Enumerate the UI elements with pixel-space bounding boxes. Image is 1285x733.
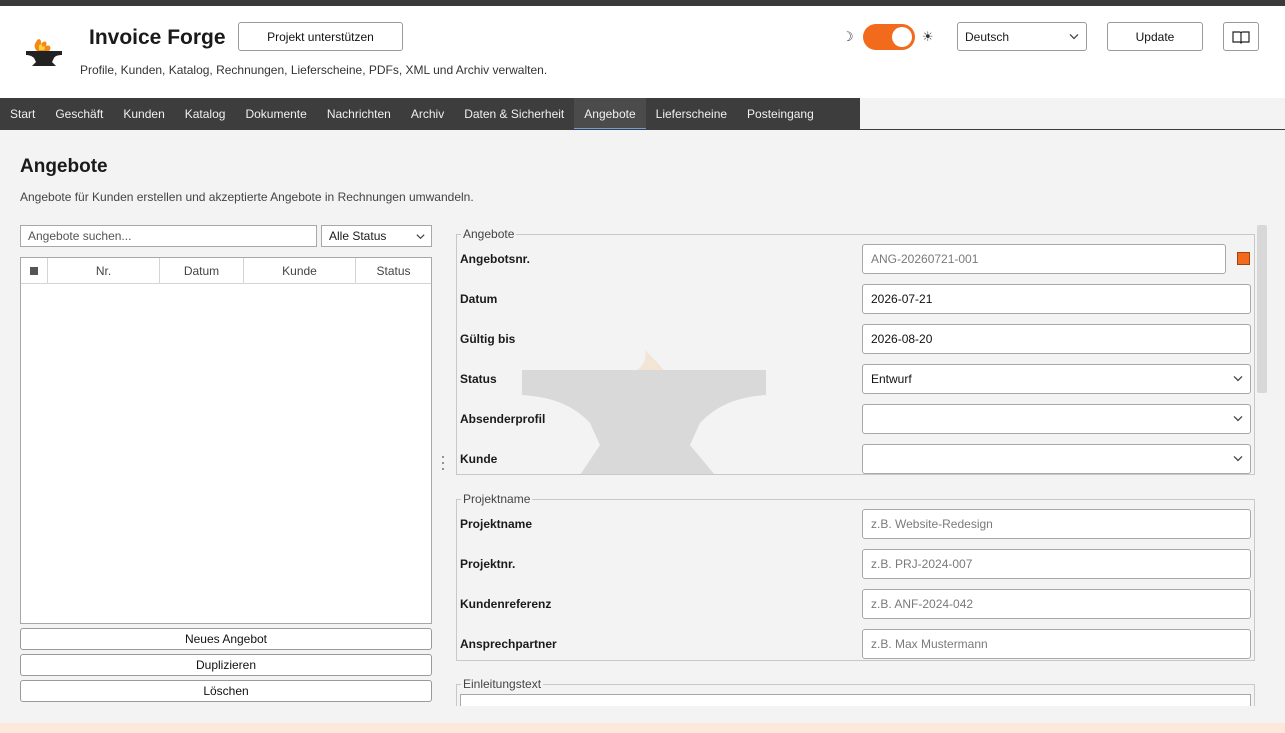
tab-daten-sicherheit[interactable]: Daten & Sicherheit xyxy=(454,98,574,130)
customer-reference-label: Kundenreferenz xyxy=(460,597,552,611)
tab-nachrichten[interactable]: Nachrichten xyxy=(317,98,401,130)
status-row: Status Entwurf xyxy=(457,364,1256,394)
offer-number-field[interactable]: ANG-20260721-001 xyxy=(862,244,1226,274)
column-header-nr[interactable]: Nr. xyxy=(48,258,160,283)
chevron-down-icon xyxy=(1233,455,1243,462)
customer-select[interactable] xyxy=(862,444,1251,474)
tab-archiv[interactable]: Archiv xyxy=(401,98,454,130)
new-offer-button[interactable]: Neues Angebot xyxy=(20,628,432,650)
column-header-status[interactable]: Status xyxy=(356,258,431,283)
tab-angebote[interactable]: Angebote xyxy=(574,98,647,130)
form-scrollbar[interactable] xyxy=(1257,225,1267,393)
book-icon xyxy=(1232,30,1250,44)
main-nav: Start Geschäft Kunden Katalog Dokumente … xyxy=(0,98,860,130)
tab-katalog[interactable]: Katalog xyxy=(175,98,236,130)
chevron-down-icon xyxy=(1069,33,1079,39)
customer-label: Kunde xyxy=(460,452,498,466)
update-button[interactable]: Update xyxy=(1107,22,1203,51)
column-header-datum[interactable]: Datum xyxy=(160,258,244,283)
sender-profile-row: Absenderprofil xyxy=(457,404,1256,434)
tab-geschaeft[interactable]: Geschäft xyxy=(45,98,113,130)
project-number-label: Projektnr. xyxy=(460,557,516,571)
chevron-down-icon xyxy=(1233,375,1243,382)
table-header: Nr. Datum Kunde Status xyxy=(21,258,431,284)
select-all-checkbox[interactable] xyxy=(21,258,48,283)
project-group: Projektname Projektname z.B. Website-Red… xyxy=(456,492,1256,661)
moon-icon: ☽ xyxy=(842,29,854,44)
delete-button[interactable]: Löschen xyxy=(20,680,432,702)
edit-number-checkbox[interactable] xyxy=(1237,252,1250,265)
contact-person-row: Ansprechpartner z.B. Max Mustermann xyxy=(457,629,1256,659)
offer-number-label: Angebotsnr. xyxy=(460,252,531,266)
project-number-row: Projektnr. z.B. PRJ-2024-007 xyxy=(457,549,1256,579)
status-filter-select[interactable]: Alle Status xyxy=(321,225,432,247)
app-title: Invoice Forge xyxy=(89,26,226,49)
offer-group: Angebote Angebotsnr. ANG-20260721-001 Da… xyxy=(456,227,1256,475)
status-select[interactable]: Entwurf xyxy=(862,364,1251,394)
chevron-down-icon xyxy=(416,234,425,240)
status-filter-value: Alle Status xyxy=(329,229,387,243)
anvil-logo-icon xyxy=(26,39,62,66)
date-row: Datum 2026-07-21 xyxy=(457,284,1256,314)
duplicate-button[interactable]: Duplizieren xyxy=(20,654,432,676)
intro-text-area[interactable] xyxy=(460,694,1251,706)
intro-text-legend: Einleitungstext xyxy=(461,677,544,691)
project-number-input[interactable]: z.B. PRJ-2024-007 xyxy=(862,549,1251,579)
page-title: Angebote xyxy=(20,156,108,177)
tab-posteingang[interactable]: Posteingang xyxy=(737,98,824,130)
offer-number-row: Angebotsnr. ANG-20260721-001 xyxy=(457,244,1256,274)
valid-until-field[interactable]: 2026-08-20 xyxy=(862,324,1251,354)
valid-until-row: Gültig bis 2026-08-20 xyxy=(457,324,1256,354)
project-name-label: Projektname xyxy=(460,517,533,531)
toggle-knob xyxy=(892,27,912,47)
panel-splitter-handle[interactable] xyxy=(441,456,444,470)
contact-person-input[interactable]: z.B. Max Mustermann xyxy=(862,629,1251,659)
project-name-input[interactable]: z.B. Website-Redesign xyxy=(862,509,1251,539)
tab-start[interactable]: Start xyxy=(0,98,45,130)
sender-profile-select[interactable] xyxy=(862,404,1251,434)
offer-group-legend: Angebote xyxy=(461,227,517,241)
contact-person-label: Ansprechpartner xyxy=(460,637,557,651)
customer-reference-input[interactable]: z.B. ANF-2024-042 xyxy=(862,589,1251,619)
project-name-row: Projektname z.B. Website-Redesign xyxy=(457,509,1256,539)
intro-text-group: Einleitungstext xyxy=(456,677,1255,706)
valid-until-label: Gültig bis xyxy=(460,332,516,346)
app-subtitle: Profile, Kunden, Katalog, Rechnungen, Li… xyxy=(80,63,548,77)
project-group-legend: Projektname xyxy=(461,492,533,506)
customer-reference-row: Kundenreferenz z.B. ANF-2024-042 xyxy=(457,589,1256,619)
tab-kunden[interactable]: Kunden xyxy=(113,98,174,130)
support-project-button[interactable]: Projekt unterstützen xyxy=(238,22,403,51)
offer-table[interactable]: Nr. Datum Kunde Status xyxy=(20,257,432,624)
status-label: Status xyxy=(460,372,497,386)
help-book-button[interactable] xyxy=(1223,22,1259,51)
checkbox-square-icon xyxy=(30,266,38,275)
column-header-kunde[interactable]: Kunde xyxy=(244,258,356,283)
date-label: Datum xyxy=(460,292,498,306)
sender-profile-label: Absenderprofil xyxy=(460,412,546,426)
language-select[interactable]: Deutsch xyxy=(957,22,1087,51)
customer-row: Kunde xyxy=(457,444,1256,474)
status-value: Entwurf xyxy=(871,372,912,386)
chevron-down-icon xyxy=(1233,415,1243,422)
page-subtitle: Angebote für Kunden erstellen und akzept… xyxy=(20,190,474,204)
language-value: Deutsch xyxy=(965,29,1010,44)
status-footer xyxy=(0,723,1285,733)
tab-dokumente[interactable]: Dokumente xyxy=(235,98,316,130)
offer-search-input[interactable] xyxy=(20,225,317,247)
nav-divider xyxy=(0,129,1285,130)
sun-icon: ☀ xyxy=(922,29,934,44)
date-field[interactable]: 2026-07-21 xyxy=(862,284,1251,314)
app-header: Invoice Forge Projekt unterstützen Profi… xyxy=(0,6,1285,98)
theme-toggle[interactable] xyxy=(863,24,915,50)
tab-lieferscheine[interactable]: Lieferscheine xyxy=(646,98,737,130)
